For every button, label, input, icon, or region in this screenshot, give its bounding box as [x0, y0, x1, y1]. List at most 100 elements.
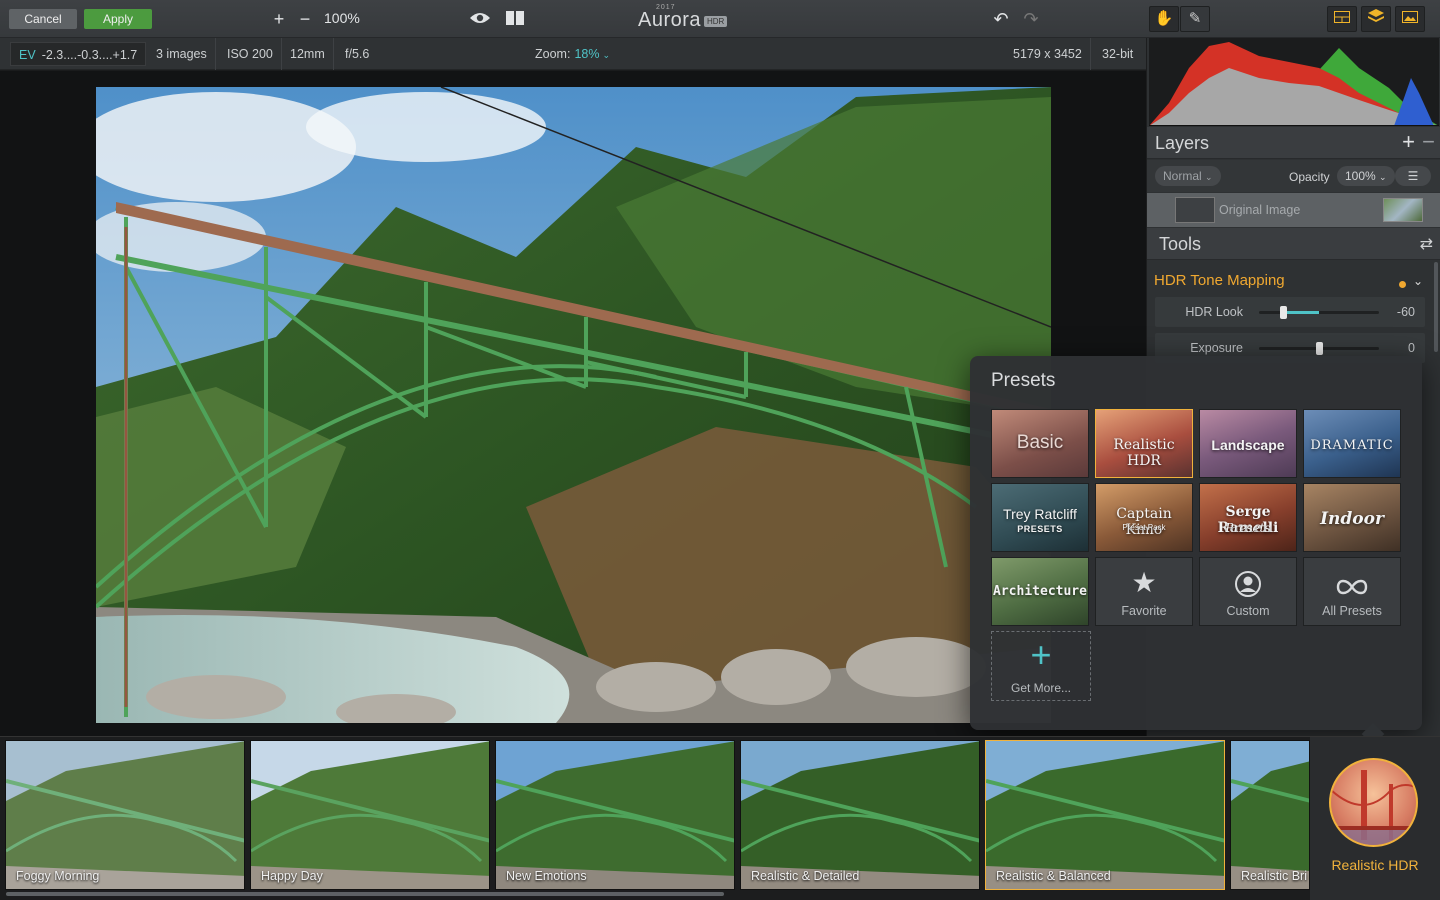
- zoom-label-text: Zoom:: [535, 47, 571, 61]
- apply-button[interactable]: Apply: [84, 9, 152, 29]
- layers-title: Layers: [1155, 133, 1210, 153]
- preset-category-all[interactable]: All Presets: [1303, 557, 1401, 626]
- app-window: Cancel Apply + − 100% 2017 Aurora HDR ↶ …: [0, 0, 1440, 900]
- preset-filmstrip: Foggy Morning Happy Day New Emotions Rea…: [0, 736, 1440, 900]
- slider-track[interactable]: [1259, 342, 1379, 355]
- preset-tile-realistic-hdr[interactable]: Realistic HDR: [1095, 409, 1193, 478]
- preset-sublabel: PRESETS: [1017, 524, 1063, 534]
- preset-label: DRAMATIC: [1310, 438, 1394, 453]
- opacity-value: 100%: [1345, 169, 1376, 183]
- zoom-out-icon[interactable]: −: [296, 7, 314, 31]
- category-name: Realistic HDR: [1331, 857, 1419, 873]
- zoom-in-icon[interactable]: +: [270, 7, 288, 31]
- blend-mode-select[interactable]: Normal ⌄: [1155, 166, 1221, 186]
- zoom-control[interactable]: Zoom: 18% ⌄: [535, 47, 610, 61]
- chevron-down-icon: ⌄: [1205, 172, 1213, 182]
- preset-label: Realistic HDR: [1113, 437, 1175, 469]
- cancel-button[interactable]: Cancel: [9, 9, 77, 29]
- chevron-down-icon[interactable]: ⌄: [1413, 274, 1423, 288]
- get-more-presets-button[interactable]: + Get More...: [991, 631, 1091, 701]
- slider-track[interactable]: [1259, 306, 1379, 319]
- preset-category-custom[interactable]: Custom: [1199, 557, 1297, 626]
- image-info-bar: EV -2.3....-0.3....+1.7 3 images ISO 200 …: [0, 38, 1146, 70]
- redo-icon[interactable]: ↷: [1020, 7, 1042, 31]
- layer-image-thumbnail: [1383, 198, 1423, 222]
- bridge-photo[interactable]: [96, 87, 1051, 723]
- zoom-percent[interactable]: 100%: [324, 10, 360, 26]
- top-toolbar: Cancel Apply + − 100% 2017 Aurora HDR ↶ …: [0, 0, 1440, 38]
- compare-split-icon[interactable]: [504, 7, 526, 31]
- eye-preview-icon[interactable]: [468, 7, 492, 31]
- add-layer-icon[interactable]: +: [1402, 129, 1415, 155]
- preset-tile-basic[interactable]: Basic: [991, 409, 1089, 478]
- tools-scrollbar[interactable]: [1434, 262, 1438, 352]
- preset-tile-architecture[interactable]: Architecture: [991, 557, 1089, 626]
- ev-label: EV: [19, 48, 36, 62]
- layers-header: Layers + −: [1147, 127, 1440, 159]
- slider-hdr-look: HDR Look -60: [1155, 297, 1425, 327]
- slider-value[interactable]: -60: [1397, 305, 1415, 319]
- star-icon: ★: [1131, 567, 1157, 598]
- preset-tile-captain-kimo[interactable]: Captain Kimo Preset Pack: [1095, 483, 1193, 552]
- preset-thumbnail[interactable]: Realistic & Balanced: [985, 740, 1225, 890]
- category-label: Custom: [1226, 604, 1270, 618]
- layout-view-icon[interactable]: [1327, 6, 1357, 32]
- layer-blend-row: Normal ⌄ Opacity 100% ⌄ ☰: [1147, 160, 1440, 192]
- preset-tile-dramatic[interactable]: DRAMATIC: [1303, 409, 1401, 478]
- slider-handle[interactable]: [1279, 306, 1287, 319]
- preset-thumbnail[interactable]: Realistic & Detailed: [740, 740, 980, 890]
- bit-depth: 32-bit: [1102, 47, 1134, 61]
- preset-name: Happy Day: [261, 869, 323, 883]
- blend-mode-value: Normal: [1163, 169, 1202, 183]
- category-label: All Presets: [1322, 604, 1382, 618]
- chevron-down-icon[interactable]: ⌄: [602, 50, 610, 60]
- preset-name: New Emotions: [506, 869, 587, 883]
- preset-name: Realistic Bri: [1241, 869, 1307, 883]
- section-active-dot[interactable]: [1399, 281, 1406, 288]
- logo-badge: HDR: [704, 16, 728, 27]
- preset-tile-serge-ramelli[interactable]: Serge Ramelli Presets: [1199, 483, 1297, 552]
- preset-thumbnail[interactable]: Foggy Morning: [5, 740, 245, 890]
- preset-tile-indoor[interactable]: Indoor: [1303, 483, 1401, 552]
- preset-name: Realistic & Detailed: [751, 869, 860, 883]
- presets-popup: Presets Basic Realistic HDR Landscape DR…: [970, 356, 1422, 746]
- preset-sublabel: Preset Pack: [1122, 523, 1166, 532]
- hand-tool-icon[interactable]: ✋: [1149, 6, 1179, 32]
- slider-handle[interactable]: [1315, 342, 1323, 355]
- layers-stack-icon[interactable]: [1361, 6, 1391, 32]
- hdr-tone-mapping-title[interactable]: HDR Tone Mapping: [1154, 272, 1285, 289]
- layer-mask-thumbnail[interactable]: [1175, 197, 1215, 223]
- preset-label: Captain Kimo: [1116, 506, 1172, 538]
- layer-menu-icon[interactable]: ☰: [1395, 166, 1431, 186]
- image-count: 3 images: [148, 38, 216, 70]
- zoom-value[interactable]: 18%: [574, 47, 599, 61]
- chevron-down-icon: ⌄: [1379, 172, 1387, 182]
- iso-value: ISO 200: [219, 38, 282, 70]
- undo-icon[interactable]: ↶: [990, 7, 1012, 31]
- preset-label: Indoor: [1320, 509, 1384, 529]
- preset-thumbnail[interactable]: Happy Day: [250, 740, 490, 890]
- preset-name: Foggy Morning: [16, 869, 100, 883]
- preset-label: Trey Ratcliff: [1003, 506, 1077, 522]
- reset-sync-icon[interactable]: ⇄: [1420, 234, 1433, 254]
- presets-title: Presets: [991, 370, 1056, 391]
- brush-tool-icon[interactable]: ✎: [1180, 6, 1210, 32]
- filmstrip-scrollbar[interactable]: [6, 892, 724, 896]
- preset-tile-trey-ratcliff[interactable]: Trey Ratcliff PRESETS: [991, 483, 1089, 552]
- slider-value[interactable]: 0: [1408, 341, 1415, 355]
- tools-title: Tools: [1159, 234, 1202, 254]
- layer-row[interactable]: Original Image: [1147, 193, 1440, 227]
- opacity-select[interactable]: 100% ⌄: [1337, 166, 1395, 186]
- ev-range[interactable]: EV -2.3....-0.3....+1.7: [10, 42, 147, 66]
- preset-thumbnail[interactable]: New Emotions: [495, 740, 735, 890]
- remove-layer-icon[interactable]: −: [1422, 129, 1435, 155]
- infinity-icon: [1304, 572, 1400, 604]
- preset-thumbnail[interactable]: Realistic Bri: [1230, 740, 1310, 890]
- filmstrip-category[interactable]: Realistic HDR: [1310, 737, 1440, 900]
- slider-fill: [1283, 311, 1319, 314]
- image-panel-icon[interactable]: [1395, 6, 1425, 32]
- preset-tile-landscape[interactable]: Landscape: [1199, 409, 1297, 478]
- preset-category-favorite[interactable]: ★ Favorite: [1095, 557, 1193, 626]
- opacity-label: Opacity: [1289, 170, 1330, 184]
- aurora-logo: 2017 Aurora HDR: [638, 4, 738, 33]
